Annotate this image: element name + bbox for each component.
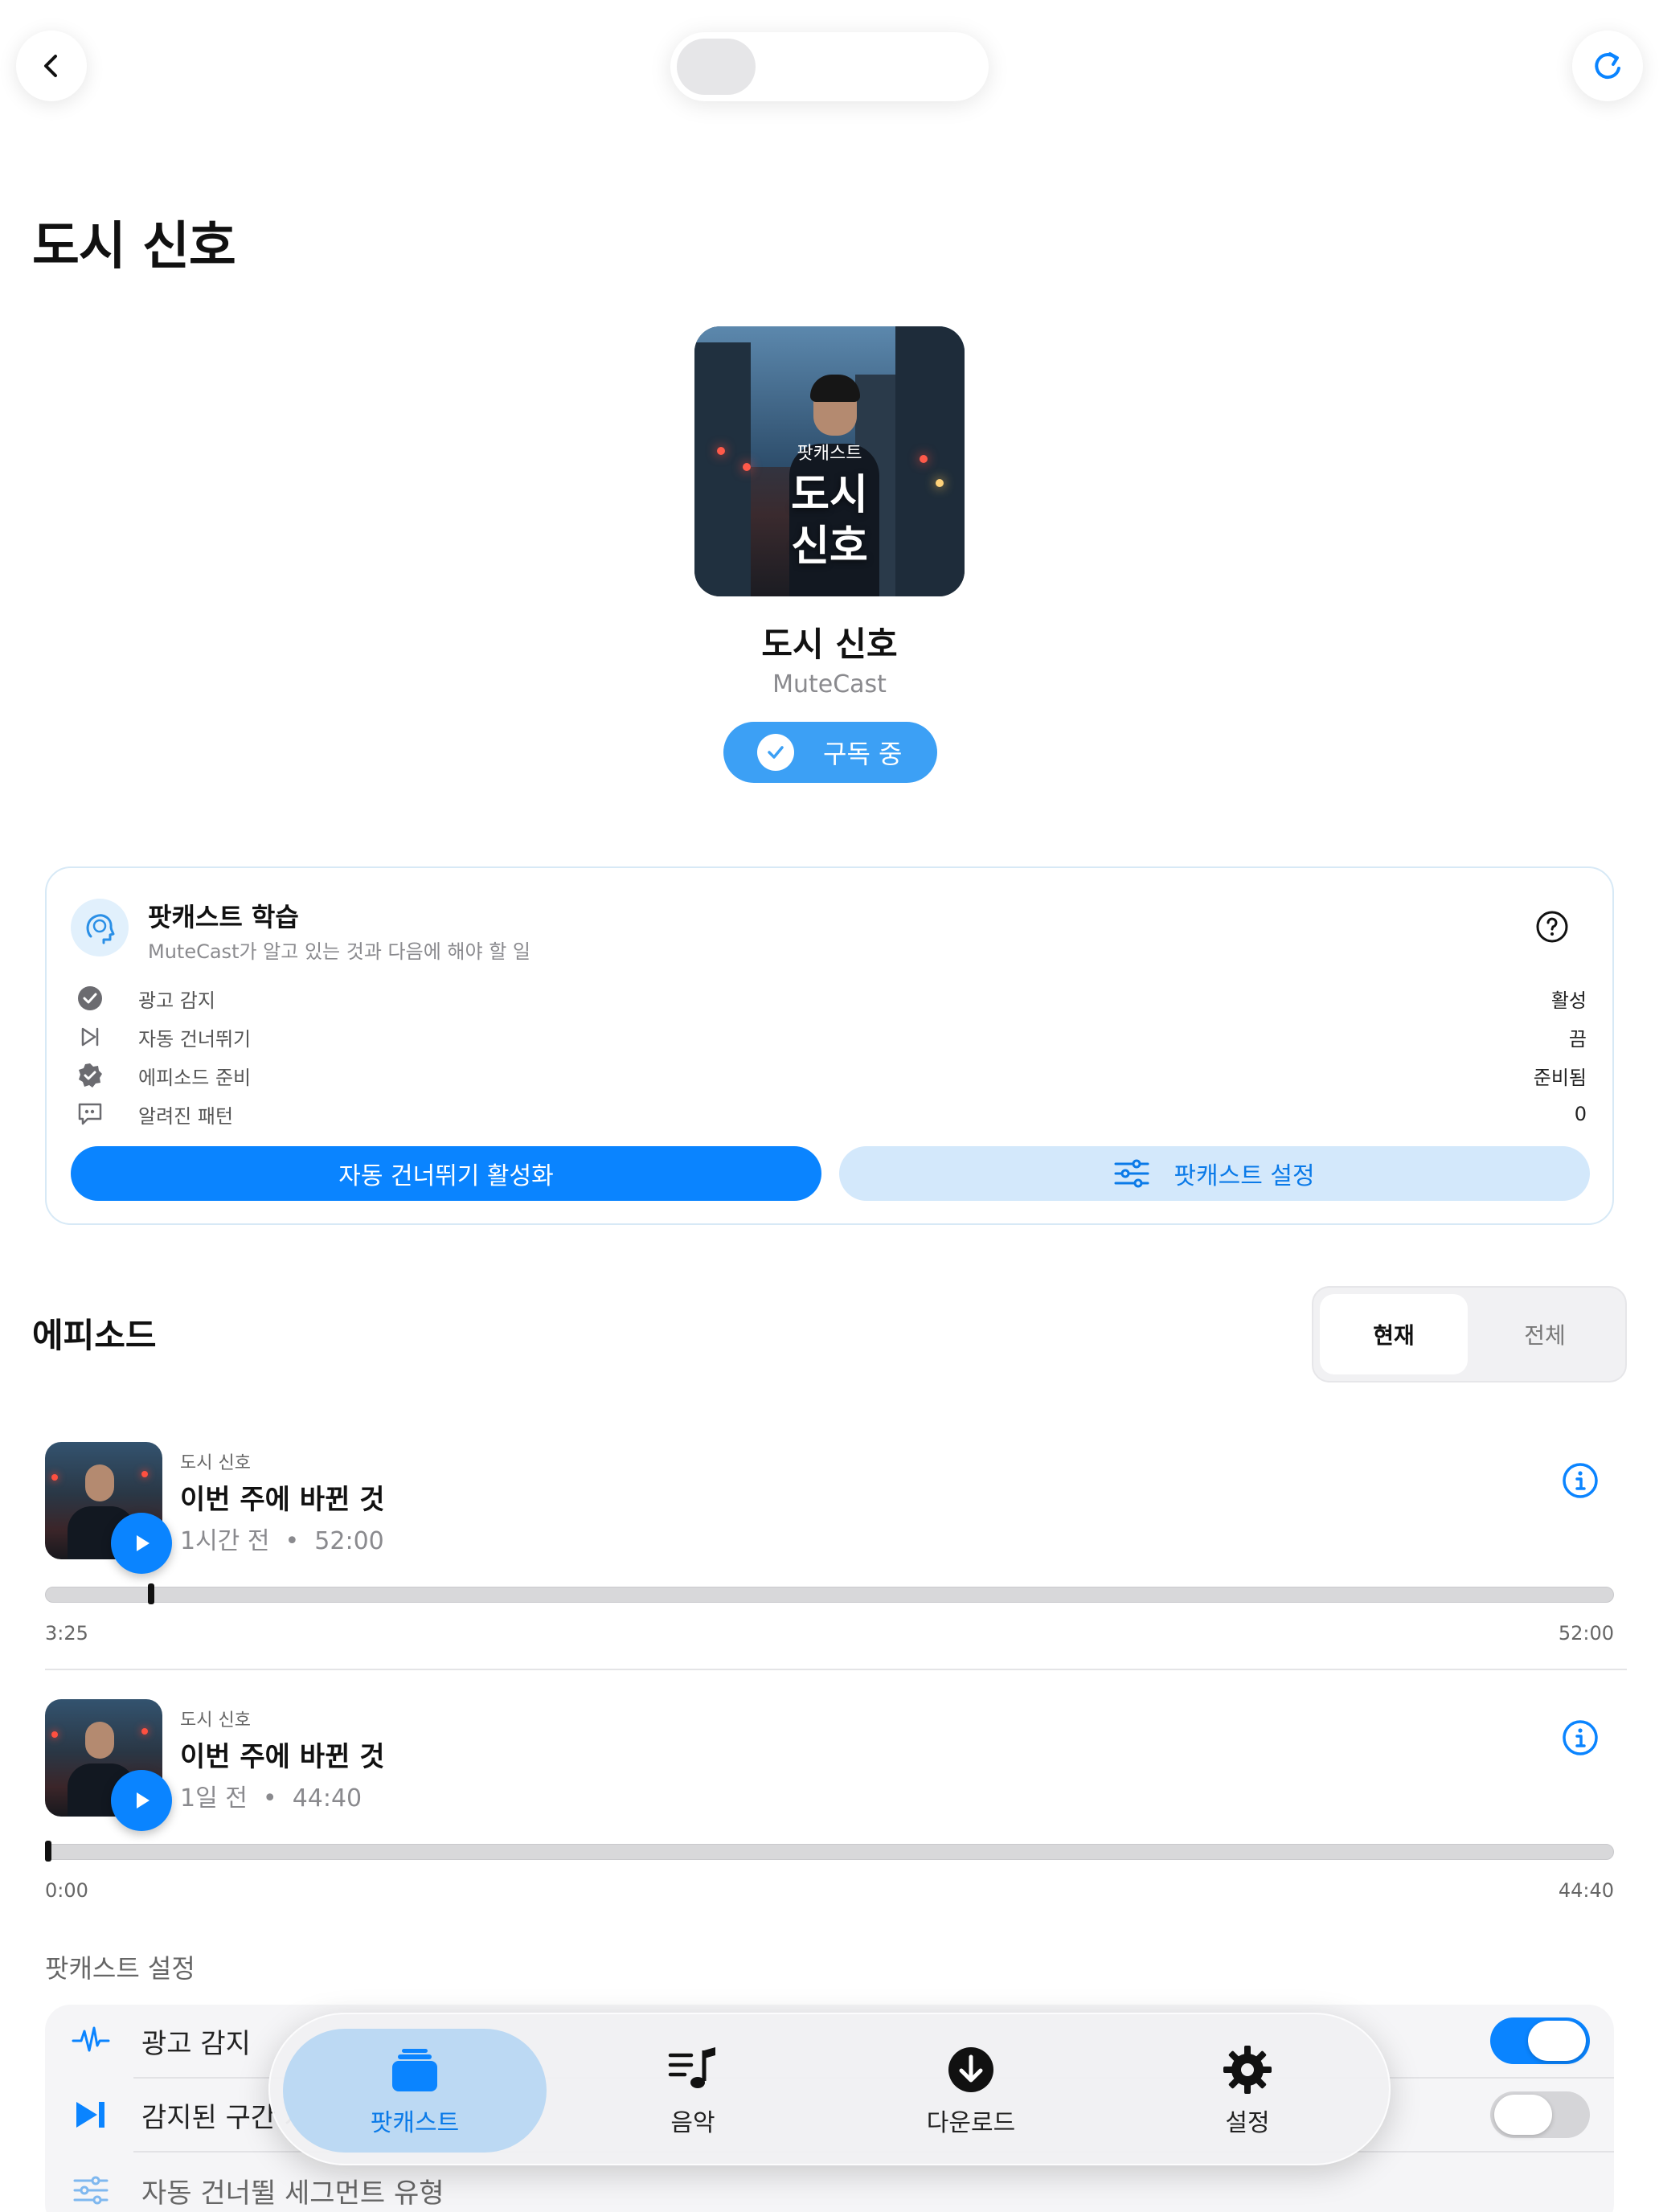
page-title: 도시 신호 [32, 217, 236, 276]
info-icon[interactable] [1561, 1461, 1600, 1500]
subscribed-button[interactable]: 구독 중 [723, 722, 937, 783]
sliders-icon [71, 2174, 111, 2206]
current-time: 0:00 [45, 1879, 88, 1902]
episode-source: 도시 신호 [180, 1710, 251, 1731]
learning-row-auto-skip: 자동 건너뛰기 끔 [74, 1021, 1587, 1053]
play-button[interactable] [111, 1513, 172, 1574]
subscribed-label: 구독 중 [823, 739, 903, 769]
waveform-icon [71, 2025, 111, 2057]
checkmark-icon [757, 734, 794, 771]
cover-small-label: 팟캐스트 [797, 444, 862, 464]
help-icon[interactable] [1535, 910, 1569, 944]
episode-progress-handle[interactable] [148, 1583, 155, 1604]
podcast-name: 도시 신호 [761, 625, 898, 664]
sliders-icon [1114, 1157, 1149, 1190]
skip-forward-icon [74, 1021, 106, 1053]
verified-badge-icon [74, 1059, 106, 1092]
episodes-section-title: 에피소드 [32, 1316, 157, 1355]
episode-filter-segmented-control: 현재 전체 [1312, 1286, 1627, 1382]
brain-icon [71, 899, 129, 956]
episode-source: 도시 신호 [180, 1453, 251, 1473]
episode-divider [45, 1669, 1627, 1670]
tab-downloads[interactable]: 다운로드 [839, 2029, 1103, 2153]
learning-row-episode-ready: 에피소드 준비 준비됨 [74, 1059, 1587, 1092]
bottom-tab-bar: 팟캐스트 음악 다운로드 설정 [268, 2013, 1391, 2165]
chevron-left-icon [44, 55, 57, 77]
total-time: 52:00 [1558, 1622, 1614, 1645]
episode-progress-handle[interactable] [45, 1841, 51, 1862]
podcast-settings-button[interactable]: 팟캐스트 설정 [839, 1146, 1590, 1201]
learning-description: MuteCast가 알고 있는 것과 다음에 해야 할 일 [148, 940, 530, 963]
episode-progress-track[interactable] [45, 1587, 1614, 1603]
tab-music[interactable]: 음악 [561, 2029, 825, 2153]
skip-end-icon [71, 2099, 111, 2131]
download-icon [945, 2043, 997, 2096]
music-list-icon [667, 2043, 719, 2096]
stack-icon [389, 2043, 440, 2096]
episode-title: 이번 주에 바뀐 것 [180, 1741, 385, 1773]
play-button[interactable] [111, 1770, 172, 1831]
podcast-learning-card: 팟캐스트 학습 MuteCast가 알고 있는 것과 다음에 해야 할 일 광고… [45, 866, 1614, 1225]
gear-icon [1222, 2043, 1273, 2096]
learning-row-ad-detection: 광고 감지 활성 [74, 982, 1587, 1014]
top-status-pill [670, 32, 989, 101]
check-circle-icon [74, 982, 106, 1014]
learning-title: 팟캐스트 학습 [148, 902, 299, 932]
episode-row[interactable]: 도시 신호 이번 주에 바뀐 것 1시간 전 • 52:00 3:25 52:0… [0, 1442, 1659, 1683]
cover-title: 도시 신호 [791, 471, 868, 571]
podcast-cover-art: 팟캐스트 도시 신호 [694, 326, 965, 596]
tab-podcasts[interactable]: 팟캐스트 [283, 2029, 547, 2153]
auto-skip-toggle[interactable] [1490, 2091, 1590, 2138]
segment-all[interactable]: 전체 [1471, 1294, 1619, 1374]
settings-section-header: 팟캐스트 설정 [45, 1953, 195, 1984]
episode-meta: 1일 전 • 44:40 [180, 1784, 363, 1813]
quote-bubble-icon [74, 1098, 106, 1130]
info-icon[interactable] [1561, 1718, 1600, 1757]
podcast-author: MuteCast [772, 670, 887, 698]
tab-settings[interactable]: 설정 [1116, 2029, 1379, 2153]
refresh-icon [1595, 52, 1620, 80]
enable-auto-skip-button[interactable]: 자동 건너뛰기 활성화 [71, 1146, 821, 1201]
episode-meta: 1시간 전 • 52:00 [180, 1527, 384, 1555]
play-icon [137, 1535, 150, 1551]
episode-title: 이번 주에 바뀐 것 [180, 1484, 385, 1516]
episode-row[interactable]: 도시 신호 이번 주에 바뀐 것 1일 전 • 44:40 0:00 44:40 [0, 1699, 1659, 1940]
refresh-button[interactable] [1572, 31, 1643, 101]
total-time: 44:40 [1558, 1879, 1614, 1902]
ad-detection-toggle[interactable] [1490, 2017, 1590, 2064]
segment-current[interactable]: 현재 [1320, 1294, 1468, 1374]
learning-row-known-patterns: 알려진 패턴 0 [74, 1098, 1587, 1130]
current-time: 3:25 [45, 1622, 88, 1645]
back-button[interactable] [16, 31, 87, 101]
play-icon [137, 1792, 150, 1809]
episode-progress-track[interactable] [45, 1844, 1614, 1860]
